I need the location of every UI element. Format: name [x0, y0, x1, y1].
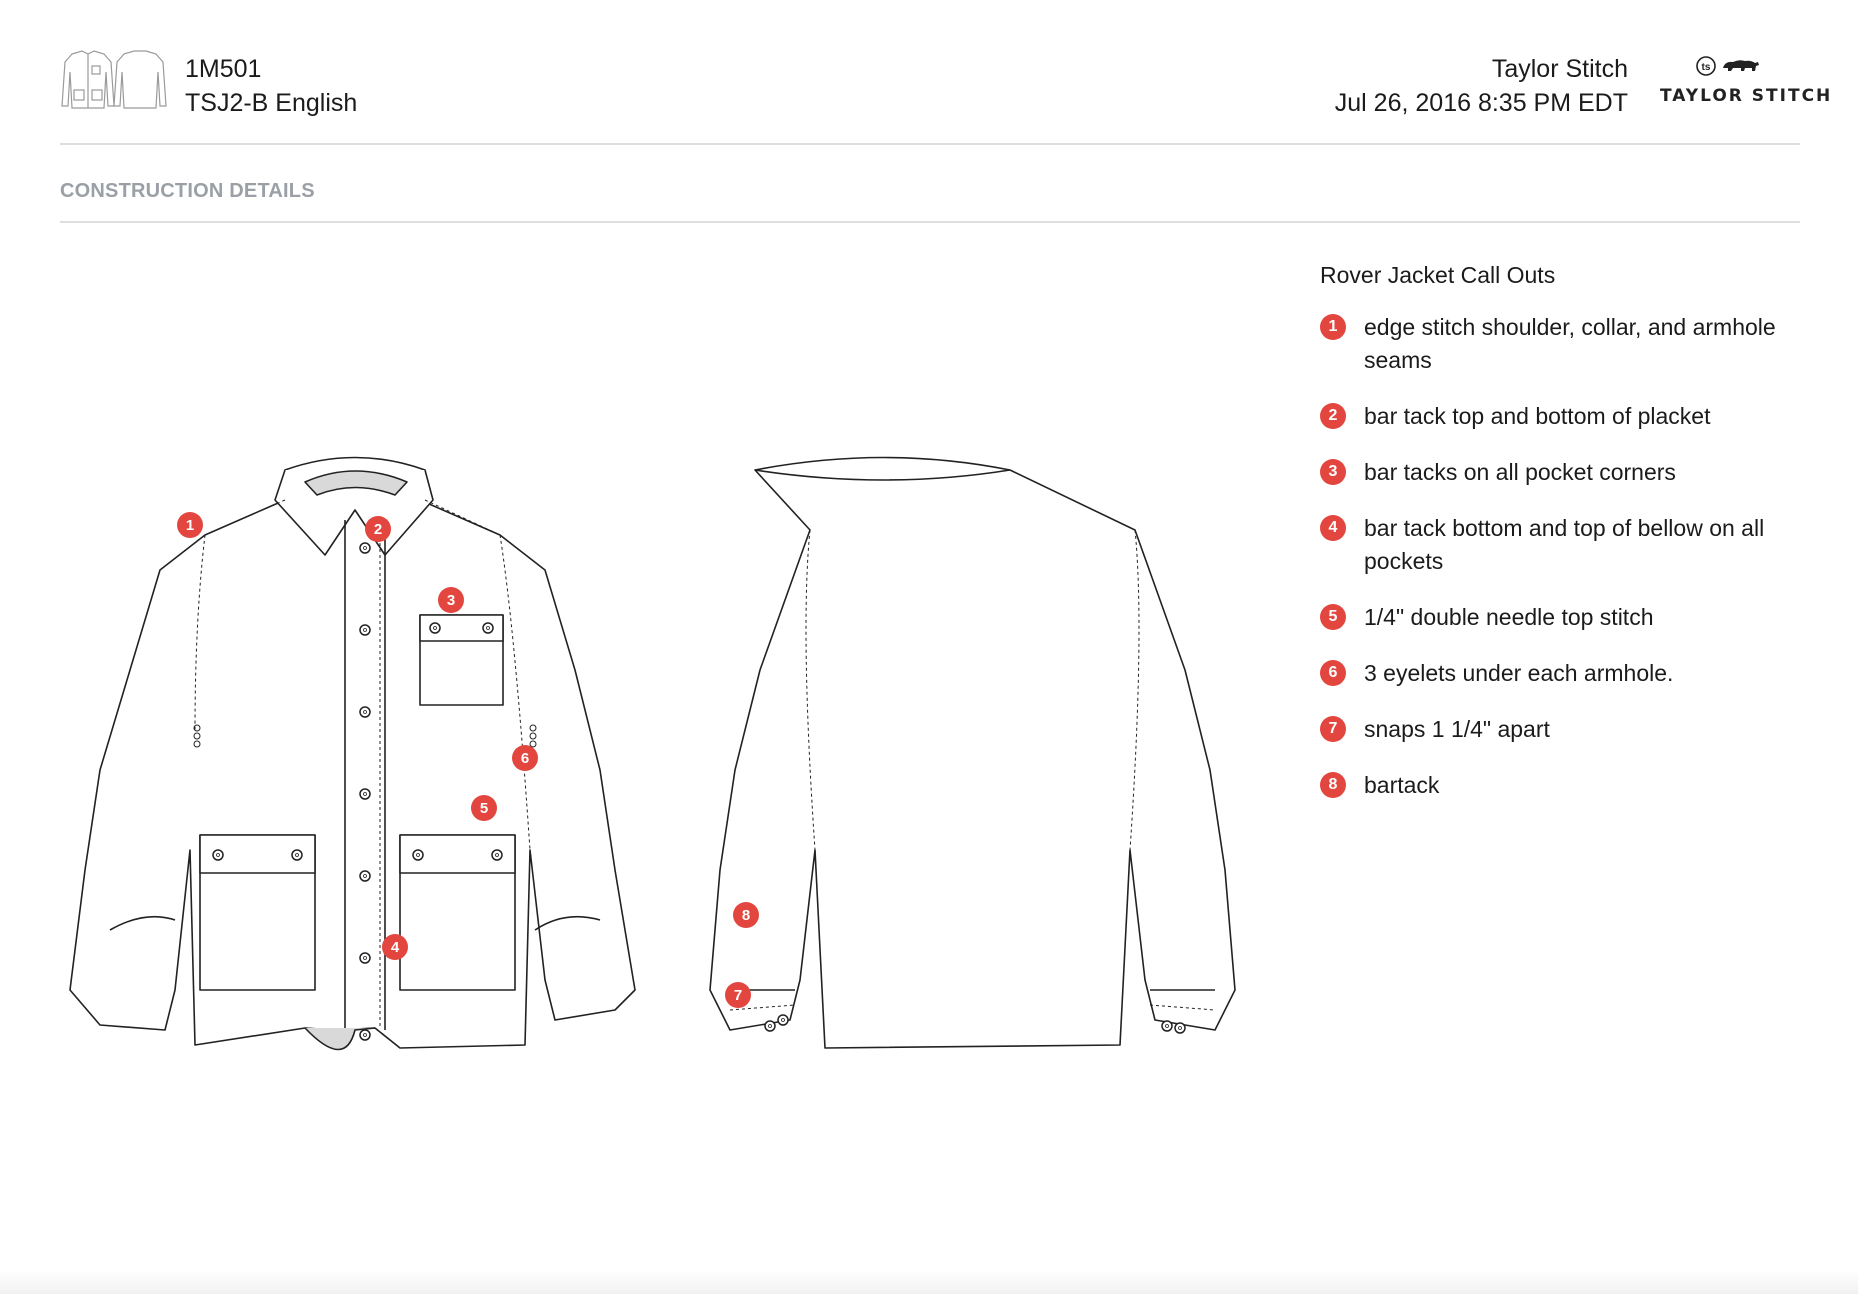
svg-text:2: 2	[374, 521, 382, 538]
jacket-back	[709, 456, 1236, 1049]
callout-item-1: 1 edge stitch shoulder, collar, and armh…	[1320, 311, 1820, 377]
callout-item-4: 4 bar tack bottom and top of bellow on a…	[1320, 512, 1820, 578]
callout-text: bar tack top and bottom of placket	[1364, 403, 1711, 429]
company-info: Taylor Stitch Jul 26, 2016 8:35 PM EDT	[1335, 52, 1628, 120]
header-divider	[60, 143, 1800, 145]
marker-3: 3	[438, 587, 464, 613]
svg-text:7: 7	[734, 987, 742, 1004]
section-divider	[60, 221, 1800, 223]
marker-7: 7	[725, 982, 751, 1008]
svg-text:6: 6	[521, 750, 529, 767]
marker-2: 2	[365, 516, 391, 542]
jacket-front	[69, 456, 636, 1051]
callout-item-6: 6 3 eyelets under each armhole.	[1320, 657, 1820, 690]
callout-item-5: 5 1/4" double needle top stitch	[1320, 601, 1820, 634]
callout-text: 1/4" double needle top stitch	[1364, 604, 1654, 630]
callout-text: 3 eyelets under each armhole.	[1364, 660, 1674, 686]
svg-text:3: 3	[447, 592, 455, 609]
svg-text:8: 8	[742, 907, 750, 924]
style-name: TSJ2-B English	[185, 89, 358, 117]
callout-item-7: 7 snaps 1 1/4" apart	[1320, 713, 1820, 746]
callouts-panel: Rover Jacket Call Outs 1 edge stitch sho…	[1320, 262, 1820, 825]
callout-item-3: 3 bar tacks on all pocket corners	[1320, 456, 1820, 489]
svg-text:4: 4	[391, 939, 400, 956]
callout-badge: 7	[1320, 716, 1346, 742]
svg-text:5: 5	[480, 800, 488, 817]
timestamp: Jul 26, 2016 8:35 PM EDT	[1334, 89, 1628, 117]
callout-item-8: 8 bartack	[1320, 769, 1820, 802]
callout-badge: 2	[1320, 403, 1346, 429]
brand-logo: ts TAYLOR STITCH	[1660, 55, 1833, 110]
style-info: 1M501 TSJ2-B English	[185, 52, 357, 120]
callout-text: bar tacks on all pocket corners	[1364, 459, 1676, 485]
section-title: CONSTRUCTION DETAILS	[60, 180, 315, 202]
callout-text: bar tack bottom and top of bellow on all…	[1364, 515, 1765, 574]
marker-5: 5	[471, 795, 497, 821]
style-number: 1M501	[185, 55, 262, 83]
callout-badge: 1	[1320, 314, 1346, 340]
svg-text:1: 1	[186, 517, 194, 534]
callout-badge: 5	[1320, 604, 1346, 630]
marker-4: 4	[382, 934, 408, 960]
bear-logo-icon: ts	[1696, 56, 1759, 76]
callout-badge: 8	[1320, 772, 1346, 798]
callout-badge: 4	[1320, 515, 1346, 541]
callout-badge: 6	[1320, 660, 1346, 686]
callout-text: bartack	[1364, 772, 1440, 798]
marker-6: 6	[512, 745, 538, 771]
callouts-title: Rover Jacket Call Outs	[1320, 262, 1556, 288]
jacket-thumbnail-icon	[61, 50, 167, 109]
company-name: Taylor Stitch	[1491, 55, 1628, 83]
page-header: 1M501 TSJ2-B English Taylor Stitch Jul 2…	[0, 0, 1858, 145]
jacket-technical-drawing: 1 2 3 4 5 6 7 8	[69, 456, 1236, 1051]
callout-item-2: 2 bar tack top and bottom of placket	[1320, 400, 1820, 433]
callout-badge: 3	[1320, 459, 1346, 485]
logo-wordmark: TAYLOR STITCH	[1660, 86, 1833, 106]
marker-1: 1	[177, 512, 203, 538]
marker-8: 8	[733, 902, 759, 928]
logo-monogram: ts	[1702, 62, 1711, 73]
callout-text: snaps 1 1/4" apart	[1364, 716, 1550, 742]
callout-text: edge stitch shoulder, collar, and armhol…	[1364, 314, 1776, 373]
page-bottom-edge	[0, 1270, 1858, 1294]
